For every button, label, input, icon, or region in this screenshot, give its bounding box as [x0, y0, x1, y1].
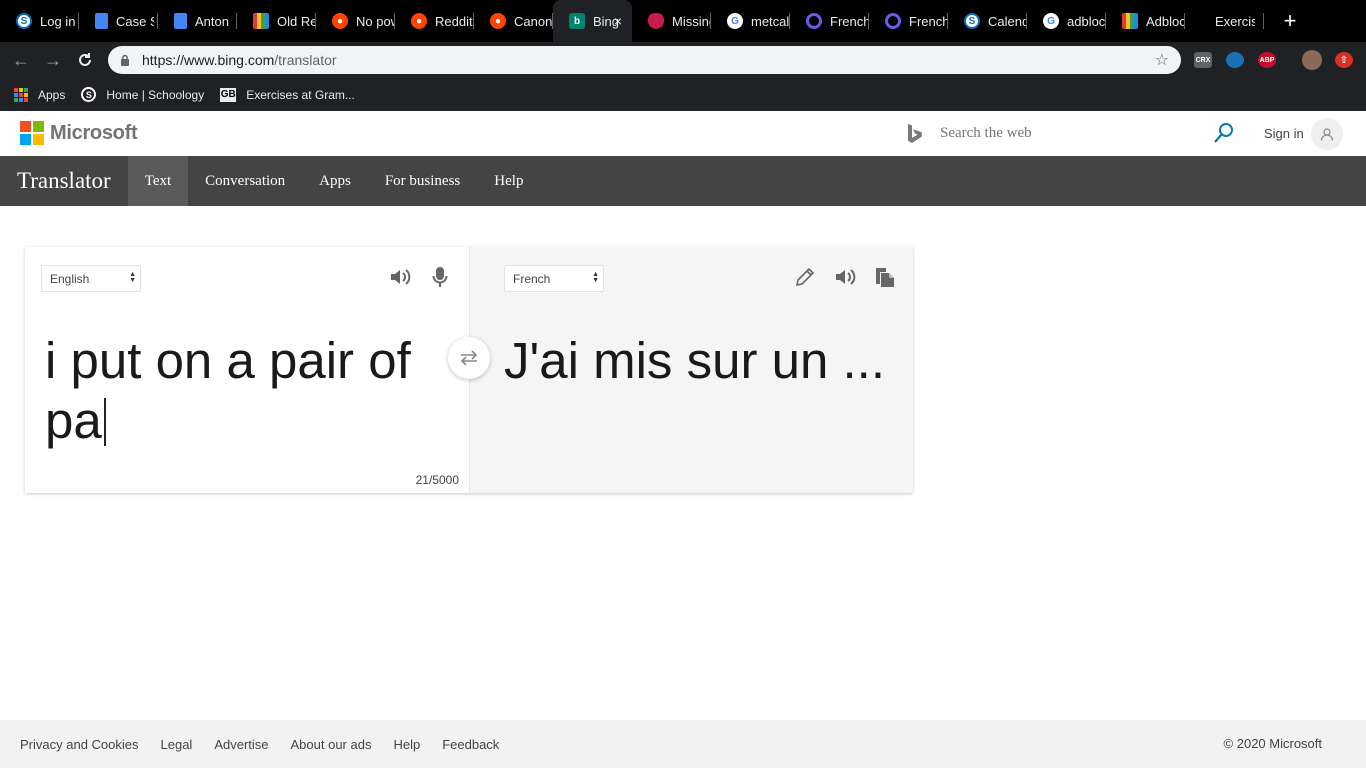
browser-tab[interactable]: Gmetcal: [711, 0, 790, 42]
target-text-output: J'ai mis sur un ...: [504, 332, 886, 389]
lock-icon: [121, 54, 129, 66]
adblock-plus-icon[interactable]: ABP: [1258, 52, 1276, 68]
docs-icon: [95, 13, 108, 29]
browser-tab[interactable]: French: [790, 0, 869, 42]
update-icon[interactable]: ⇧: [1335, 52, 1353, 68]
tab-for-business[interactable]: For business: [368, 156, 477, 206]
site-header: Microsoft Sign in: [0, 111, 1366, 156]
rainbow-icon: [253, 13, 269, 29]
user-icon[interactable]: [1311, 118, 1343, 150]
reddit-icon: ●: [332, 13, 348, 29]
speaker-icon[interactable]: [388, 265, 412, 289]
tab-conversation[interactable]: Conversation: [188, 156, 302, 206]
site-footer: Privacy and Cookies Legal Advertise Abou…: [0, 720, 1366, 768]
browser-toolbar: ← → https://www.bing.com/translator ☆ CR…: [0, 42, 1366, 78]
select-arrows-icon: ▲ ▼: [129, 271, 136, 284]
footer-link-privacy[interactable]: Privacy and Cookies: [20, 737, 139, 752]
speaker-icon[interactable]: [833, 265, 857, 289]
swap-arrows-icon: [460, 350, 478, 366]
new-tab-button[interactable]: +: [1272, 0, 1308, 42]
bing-logo-icon: [908, 124, 922, 143]
translator-nav: Translator Text Conversation Apps For bu…: [0, 156, 1366, 206]
apps-grid-icon: [14, 87, 28, 102]
browser-tab-active[interactable]: b Bing ×: [553, 0, 632, 42]
forward-icon[interactable]: →: [42, 49, 64, 71]
edit-pencil-icon[interactable]: [793, 265, 817, 289]
tab-apps[interactable]: Apps: [302, 156, 368, 206]
footer-link-advertise[interactable]: Advertise: [214, 737, 268, 752]
copyright: © 2020 Microsoft: [1223, 736, 1322, 751]
reload-icon[interactable]: [74, 49, 96, 71]
sign-in-link[interactable]: Sign in: [1264, 126, 1304, 141]
browser-tab[interactable]: Case S: [79, 0, 158, 42]
schoology-icon: S: [81, 87, 97, 102]
rainbow-icon: [1122, 13, 1138, 29]
bookmark-star-icon[interactable]: ☆: [1155, 50, 1169, 70]
character-count: 21/5000: [415, 473, 459, 487]
quizlet-icon: [885, 13, 901, 29]
browser-tab[interactable]: Missing: [632, 0, 711, 42]
crx-extension-icon[interactable]: CRX: [1194, 52, 1212, 68]
url-path: /translator: [274, 52, 337, 68]
swap-languages-button[interactable]: [448, 337, 490, 379]
gb-logo-icon: GB: [220, 87, 237, 102]
address-bar[interactable]: https://www.bing.com/translator ☆: [108, 46, 1181, 74]
browser-tab[interactable]: Old Re: [237, 0, 316, 42]
quizlet-icon: [806, 13, 822, 29]
browser-tab-strip: SLog in t Case S Anton V Old Re ●No pow …: [0, 0, 1366, 42]
browser-tab[interactable]: Exercis: [1185, 0, 1264, 42]
tab-help[interactable]: Help: [477, 156, 540, 206]
bookmark-apps[interactable]: Apps: [14, 87, 65, 102]
browser-tab[interactable]: ●No pow: [316, 0, 395, 42]
source-language-select[interactable]: English ▲ ▼: [41, 265, 141, 292]
browser-tab[interactable]: S Calend: [948, 0, 1027, 42]
source-pane: English ▲ ▼ i put on a pair of pa 21/5000: [25, 247, 469, 493]
owl-extension-icon[interactable]: [1226, 52, 1244, 68]
bookmark-exercises[interactable]: GB Exercises at Gram...: [220, 87, 355, 102]
text-caret: [103, 398, 106, 446]
source-text-input[interactable]: i put on a pair of pa: [45, 331, 445, 451]
google-icon: G: [727, 13, 743, 29]
profile-avatar[interactable]: [1302, 50, 1322, 70]
bookmarks-bar: Apps S Home | Schoology GB Exercises at …: [0, 78, 1366, 111]
target-pane: French ▲ ▼ J'ai mis sur un ...: [469, 247, 913, 493]
browser-tab[interactable]: ● Canon: [474, 0, 553, 42]
translator-card: English ▲ ▼ i put on a pair of pa 21/5000…: [25, 247, 913, 493]
select-arrows-icon: ▲ ▼: [592, 271, 599, 284]
bookmark-schoology[interactable]: S Home | Schoology: [81, 87, 204, 102]
raspberry-icon: [648, 13, 664, 29]
close-tab-icon[interactable]: ×: [614, 13, 622, 29]
browser-tab[interactable]: SLog in t: [0, 0, 79, 42]
search-input[interactable]: [940, 117, 1210, 149]
reddit-icon: ●: [411, 13, 427, 29]
translator-brand[interactable]: Translator: [0, 168, 128, 194]
browser-tab[interactable]: Anton V: [158, 0, 237, 42]
footer-link-legal[interactable]: Legal: [161, 737, 193, 752]
browser-tab[interactable]: ● Reddit: [395, 0, 474, 42]
browser-tab[interactable]: French: [869, 0, 948, 42]
microphone-icon[interactable]: [428, 265, 452, 289]
target-language-select[interactable]: French ▲ ▼: [504, 265, 604, 292]
url-host: https://www.bing.com: [142, 52, 275, 68]
search-icon[interactable]: [1213, 122, 1235, 144]
copy-icon[interactable]: [873, 265, 897, 289]
microsoft-logo[interactable]: Microsoft: [20, 121, 138, 145]
docs-icon: [174, 13, 187, 29]
tab-text[interactable]: Text: [127, 156, 189, 206]
schoology-icon: S: [16, 13, 32, 29]
microsoft-grid-icon: [20, 121, 44, 145]
footer-link-help[interactable]: Help: [393, 737, 420, 752]
footer-link-feedback[interactable]: Feedback: [442, 737, 499, 752]
browser-tab[interactable]: Adbloc: [1106, 0, 1185, 42]
reddit-icon: ●: [490, 13, 506, 29]
schoology-icon: S: [964, 13, 980, 29]
footer-link-about-ads[interactable]: About our ads: [291, 737, 372, 752]
google-icon: G: [1043, 13, 1059, 29]
back-icon[interactable]: ←: [10, 49, 32, 71]
bing-icon: b: [569, 13, 585, 29]
browser-tab[interactable]: Gadbloc: [1027, 0, 1106, 42]
